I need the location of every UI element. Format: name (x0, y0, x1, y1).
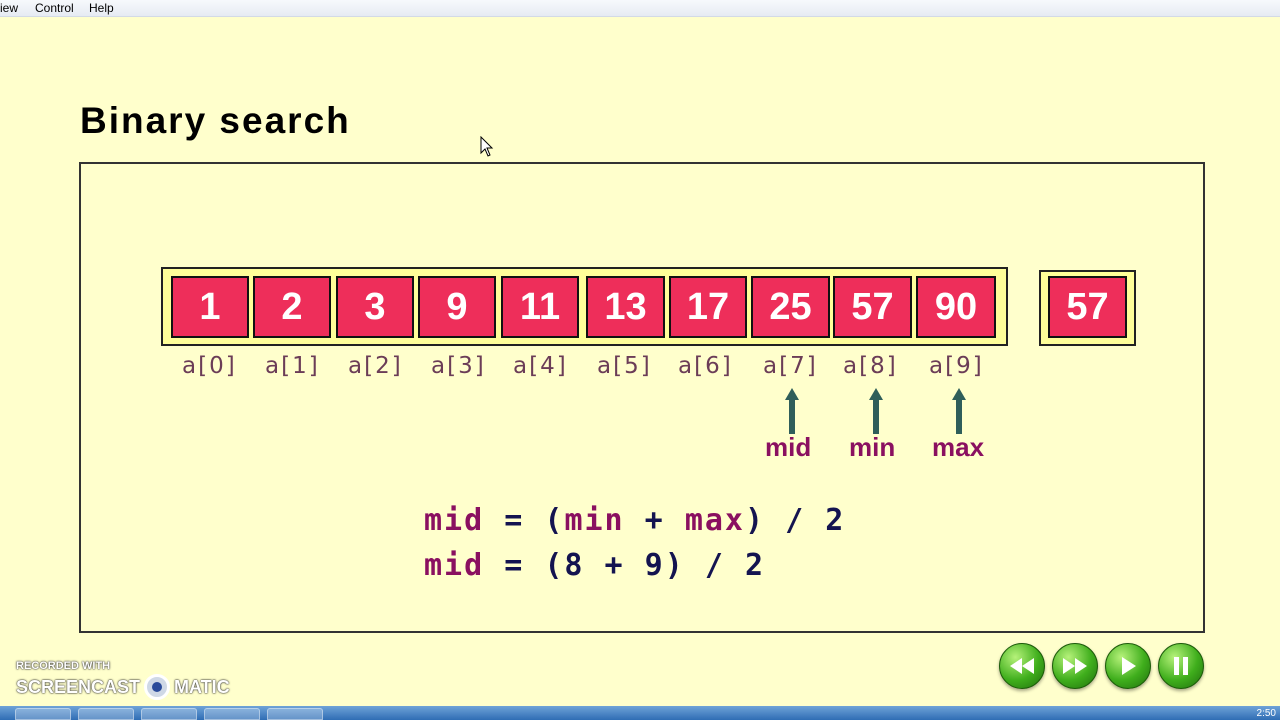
array-cell: 57 (833, 276, 912, 338)
taskbar-button[interactable] (141, 708, 197, 720)
play-icon (1122, 657, 1136, 675)
search-key-cell: 57 (1048, 276, 1127, 338)
menu-control[interactable]: Control (35, 1, 74, 15)
pause-button[interactable] (1158, 643, 1204, 689)
index-label: a[1] (265, 353, 320, 379)
array-cell: 17 (669, 276, 747, 338)
formula-eq: = ( (484, 503, 565, 538)
taskbar-clock: 2:50 (1256, 708, 1276, 719)
formula-mid: mid (424, 503, 485, 538)
index-label: a[0] (182, 353, 237, 379)
formula-min: min (564, 503, 625, 538)
min-pointer-label: min (849, 432, 896, 462)
array-cell: 3 (336, 276, 414, 338)
menu-bar: iew Control Help (0, 0, 1280, 17)
play-button[interactable] (1105, 643, 1151, 689)
taskbar-button[interactable] (78, 708, 134, 720)
fast-forward-icon (1063, 658, 1087, 674)
index-label: a[9] (929, 353, 984, 379)
cursor-icon (480, 136, 494, 157)
formula-max: max (684, 503, 745, 538)
max-arrow-icon (952, 388, 966, 434)
taskbar-button[interactable] (204, 708, 260, 720)
taskbar-button[interactable] (267, 708, 323, 720)
watermark-brand: SCREENCAST (16, 676, 141, 697)
max-pointer-label: max (932, 432, 985, 462)
slide-title: Binary search (80, 100, 351, 141)
pause-icon (1174, 657, 1188, 675)
index-label: a[4] (513, 353, 568, 379)
index-label: a[7] (763, 353, 818, 379)
fast-forward-button[interactable] (1052, 643, 1098, 689)
index-label: a[8] (843, 353, 898, 379)
array-cell: 11 (501, 276, 579, 338)
array-cell: 9 (418, 276, 496, 338)
screencast-logo-icon (144, 674, 171, 700)
mid-pointer-label: mid (765, 432, 812, 462)
index-label: a[6] (678, 353, 733, 379)
index-label: a[2] (348, 353, 403, 379)
formula2-mid: mid (424, 548, 485, 583)
index-label: a[3] (431, 353, 486, 379)
formula-general: mid = (min + max) / 2 (424, 503, 845, 538)
menu-view[interactable]: iew (0, 1, 18, 15)
formula-substituted: mid = (8 + 9) / 2 (424, 548, 765, 583)
array-cell: 25 (751, 276, 830, 338)
array-cell: 13 (586, 276, 665, 338)
rewind-icon (1010, 658, 1034, 674)
min-arrow-icon (869, 388, 883, 434)
watermark-line1: RECORDED WITH (16, 660, 111, 672)
menu-help[interactable]: Help (89, 1, 114, 15)
formula-end: ) / 2 (745, 503, 846, 538)
formula-plus: + (624, 503, 685, 538)
rewind-button[interactable] (999, 643, 1045, 689)
array-cell: 90 (916, 276, 996, 338)
mid-arrow-icon (785, 388, 799, 434)
array-cell: 2 (253, 276, 331, 338)
screencast-watermark: RECORDED WITH SCREENCAST MATIC (16, 660, 230, 700)
index-label: a[5] (597, 353, 652, 379)
watermark-brand-suffix: MATIC (174, 676, 230, 697)
formula2-rest: = (8 + 9) / 2 (484, 548, 766, 583)
taskbar-button[interactable] (15, 708, 71, 720)
array-cell: 1 (171, 276, 249, 338)
